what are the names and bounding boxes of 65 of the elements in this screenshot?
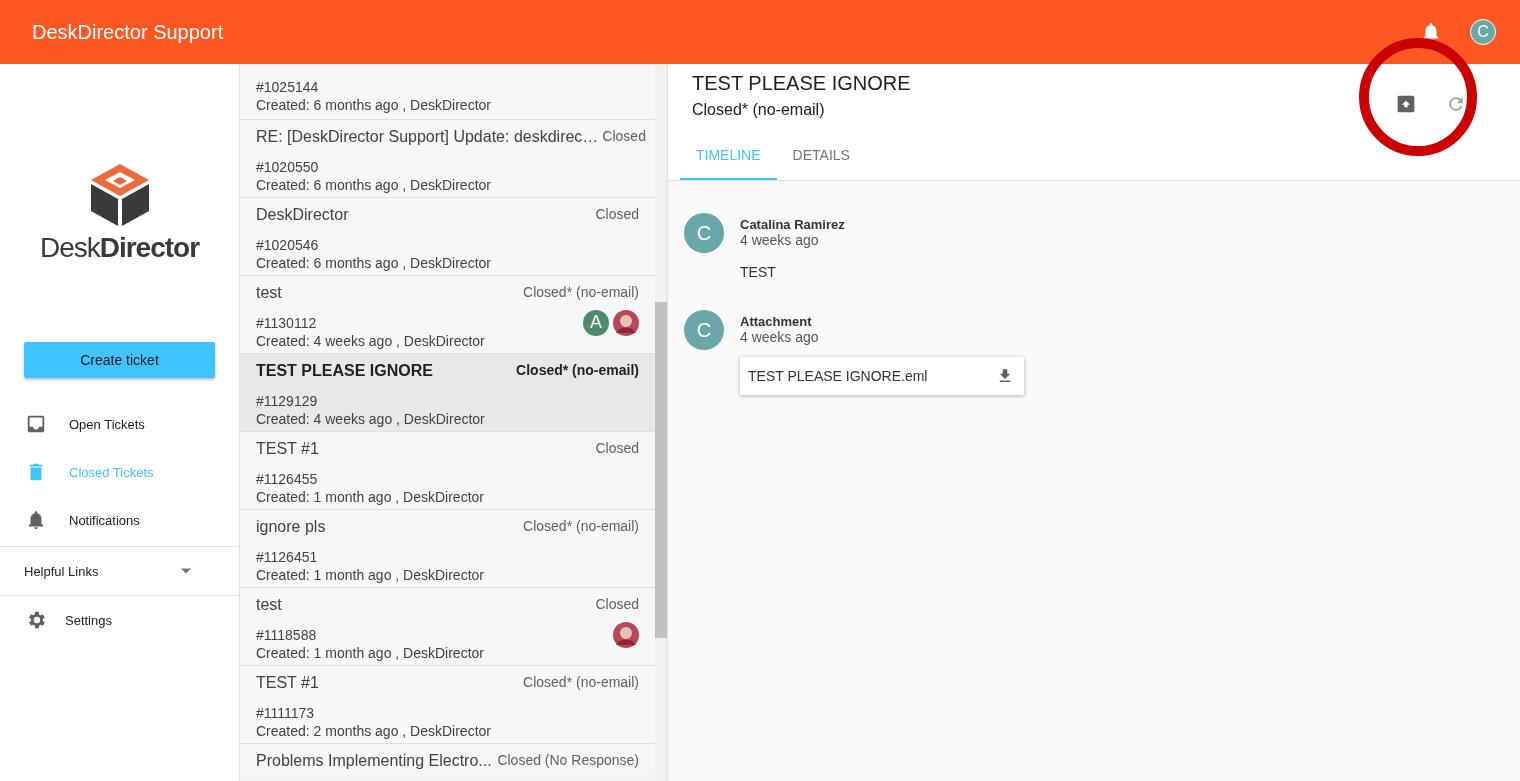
ticket-title: RE: [DeskDirector Support] Update: deskdirec… <box>256 128 599 146</box>
settings-item[interactable]: Settings <box>0 596 239 644</box>
ticket-created: Created: 6 months ago , DeskDirector <box>256 177 492 193</box>
nav-item[interactable]: Open Tickets <box>0 400 239 448</box>
ticket-created: Created: 6 months ago , DeskDirector <box>256 97 492 113</box>
inbox-icon <box>25 413 47 435</box>
file-name: TEST PLEASE IGNORE.eml <box>748 368 928 384</box>
ticket-title: ignore pls <box>256 518 326 536</box>
ticket-number: #1130112 <box>256 314 317 331</box>
ticket-status: Closed* (no-email) <box>523 518 639 534</box>
logo-wordmark: DeskDirector <box>39 232 200 264</box>
app-title: DeskDirector Support <box>32 20 225 44</box>
ticket-created: Created: 4 weeks ago , DeskDirector <box>256 333 486 349</box>
ticket-title: TEST #1 <box>256 440 319 458</box>
ticket-created: Created: 1 month ago , DeskDirector <box>256 567 485 583</box>
create-ticket-button[interactable]: Create ticket <box>24 342 215 378</box>
ticket-status: Closed <box>602 128 646 144</box>
ticket-created: Created: 4 weeks ago , DeskDirector <box>256 411 486 427</box>
ticket-status: Closed* (no-email) <box>523 284 639 300</box>
ticket-status: Closed <box>595 206 639 222</box>
ticket-status: Closed* (no-email) <box>692 101 826 119</box>
ticket-heading: TEST PLEASE IGNORE <box>692 72 911 95</box>
ticket-created: Created: 2 months ago , DeskDirector <box>256 723 492 739</box>
cube-logo-icon <box>88 164 151 228</box>
person-avatar-icon <box>613 309 639 336</box>
ticket-row[interactable]: TEST PLEASE IGNORE Closed* (no-email) #1129129 Created: 4 weeks ago , DeskDirector <box>240 354 655 432</box>
author-avatar: C <box>684 213 724 253</box>
ticket-title: Problems Implementing Electro... <box>256 752 492 770</box>
helpful-links-toggle[interactable]: Helpful Links <box>0 546 239 596</box>
ticket-status: Closed* (no-email) <box>523 674 639 690</box>
ticket-number: #1111173 <box>256 704 315 721</box>
ticket-title: TEST PLEASE IGNORE <box>256 362 433 380</box>
ticket-number: #1025144 <box>256 78 319 95</box>
ticket-created: Created: 1 month ago , DeskDirector <box>256 645 485 661</box>
ticket-status: Closed* (no-email) <box>516 362 639 378</box>
attachment-card[interactable]: TEST PLEASE IGNORE.eml <box>740 357 1024 395</box>
entry-author: Catalina Ramirez <box>740 217 845 232</box>
nav-item[interactable]: Notifications <box>0 496 239 544</box>
ticket-status: Closed <box>595 440 639 456</box>
refresh-icon[interactable] <box>1446 94 1466 114</box>
person-avatar-icon <box>613 621 639 648</box>
ticket-title: test <box>256 284 282 302</box>
scrollbar[interactable] <box>655 64 667 781</box>
ticket-number: #1126455 <box>256 470 318 487</box>
entry-time: 4 weeks ago <box>740 232 819 248</box>
ticket-created: Created: 1 month ago , DeskDirector <box>256 489 485 505</box>
caret-icon <box>181 568 191 574</box>
ticket-status: Closed (No Response) <box>497 752 639 768</box>
ticket-number: #1020550 <box>256 158 319 175</box>
archive-icon[interactable] <box>1396 94 1416 114</box>
ticket-number: #1126451 <box>256 548 318 565</box>
ticket-number: #1118588 <box>256 626 317 643</box>
assignee-avatar: A <box>583 309 609 336</box>
ticket-title: test <box>256 596 282 614</box>
ticket-title: TEST #1 <box>256 674 319 692</box>
author-avatar: C <box>684 310 724 350</box>
entry-time: 4 weeks ago <box>740 329 819 345</box>
ticket-number: #1129129 <box>256 392 318 409</box>
ticket-title: DeskDirector <box>256 206 349 224</box>
entry-author: Attachment <box>740 314 812 329</box>
ticket-status: Closed <box>595 596 639 612</box>
tab[interactable]: DETAILS <box>776 133 866 180</box>
ticket-created: Created: 6 months ago , DeskDirector <box>256 255 492 271</box>
ticket-number: #1020546 <box>256 236 319 253</box>
message-text: TEST <box>740 264 776 280</box>
